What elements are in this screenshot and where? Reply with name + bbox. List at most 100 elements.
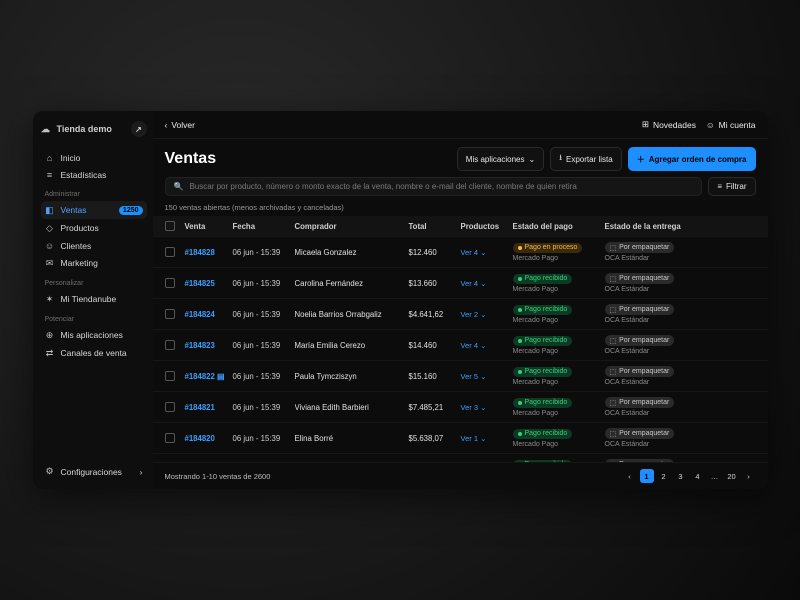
row-checkbox[interactable] xyxy=(165,433,175,443)
main-panel: ‹ Volver ⊞ Novedades ☺ Mi cuenta Ventas … xyxy=(153,111,768,489)
page-3[interactable]: 3 xyxy=(674,469,688,483)
back-button[interactable]: ‹ Volver xyxy=(165,120,195,130)
sidebar-item-inicio[interactable]: ⌂Inicio xyxy=(41,149,147,166)
cell-total: $14.460 xyxy=(409,341,457,350)
products-dropdown[interactable]: Ver 1 ⌄ xyxy=(461,434,509,443)
products-dropdown[interactable]: Ver 4 ⌄ xyxy=(461,341,509,350)
sale-id-link[interactable]: #184820 xyxy=(185,434,229,443)
payment-status-badge: Pago recibido xyxy=(513,398,573,408)
add-order-label: Agregar orden de compra xyxy=(649,155,747,164)
chevron-left-icon: ‹ xyxy=(165,120,168,130)
title-row: Ventas Mis aplicaciones ⌄ ⭳ Exportar lis… xyxy=(153,139,768,177)
page-20[interactable]: 20 xyxy=(725,469,739,483)
cell-shipping: ⬚Por empaquetarOCA Estándar xyxy=(605,428,756,448)
sidebar-item-ventas[interactable]: ◧Ventas1250 xyxy=(41,201,147,219)
sidebar-item-label: Mis aplicaciones xyxy=(61,330,123,340)
nav-icon: ◧ xyxy=(45,205,55,216)
sale-id-link[interactable]: #184825 xyxy=(185,279,229,288)
plus-icon: ＋ xyxy=(637,154,645,165)
sale-id-link[interactable]: #184821 xyxy=(185,403,229,412)
products-dropdown[interactable]: Ver 2 ⌄ xyxy=(461,310,509,319)
external-icon[interactable]: ↗ xyxy=(131,121,147,137)
shipping-status-badge: ⬚Por empaquetar xyxy=(605,304,675,315)
page-4[interactable]: 4 xyxy=(691,469,705,483)
sale-id-link[interactable]: #184823 xyxy=(185,341,229,350)
account-label: Mi cuenta xyxy=(719,120,756,130)
sale-id-link[interactable]: #184824 xyxy=(185,310,229,319)
page-prev[interactable]: ‹ xyxy=(623,469,637,483)
sidebar-item-estadísticas[interactable]: ≡Estadísticas xyxy=(41,166,147,183)
shipping-status-badge: ⬚Por empaquetar xyxy=(605,428,675,439)
row-checkbox[interactable] xyxy=(165,340,175,350)
row-checkbox[interactable] xyxy=(165,309,175,319)
apps-label: Mis aplicaciones xyxy=(466,155,525,164)
payment-status-badge: Pago en proceso xyxy=(513,243,583,253)
table-row: #18482406 jun - 15:39Noelia Barrios Orra… xyxy=(153,298,768,329)
filter-label: Filtrar xyxy=(726,182,746,191)
cell-total: $12.460 xyxy=(409,248,457,257)
nav-icon: ✶ xyxy=(45,294,55,305)
page-1[interactable]: 1 xyxy=(640,469,654,483)
sidebar-settings-label: Configuraciones xyxy=(61,467,122,477)
row-checkbox[interactable] xyxy=(165,247,175,257)
cell-payment: Pago recibidoMercado Pago xyxy=(513,398,601,417)
cell-shipping: ⬚Por empaquetar OCA Estándar xyxy=(605,304,756,324)
row-checkbox[interactable] xyxy=(165,402,175,412)
cell-buyer: Noelia Barrios Orrabgaliz xyxy=(295,310,405,319)
page-next[interactable]: › xyxy=(742,469,756,483)
store-switcher[interactable]: ☁ Tienda demo ↗ xyxy=(41,121,147,137)
cell-payment: Pago recibidoMercado Pago xyxy=(513,367,601,386)
cell-shipping: ⬚Por empaquetarOCA Estándar xyxy=(605,366,756,386)
export-button[interactable]: ⭳ Exportar lista xyxy=(550,147,622,171)
cell-payment: Pago en procesoMercado Pago xyxy=(513,243,601,262)
payment-status-badge: Pago recibido xyxy=(513,274,573,284)
sale-id-link[interactable]: #184822 ▤ xyxy=(185,372,229,381)
cell-payment: Pago recibidoMercado Pago xyxy=(513,429,601,448)
sidebar-item-mi-tiendanube[interactable]: ✶Mi Tiendanube xyxy=(41,290,147,308)
cell-total: $7.485,21 xyxy=(409,403,457,412)
cell-total: $13.660 xyxy=(409,279,457,288)
download-icon: ⭳ xyxy=(559,152,562,166)
cell-total: $5.638,07 xyxy=(409,434,457,443)
export-label: Exportar lista xyxy=(566,155,613,164)
store-name: Tienda demo xyxy=(57,124,112,134)
search-input[interactable]: 🔍 Buscar por producto, número o monto ex… xyxy=(165,177,703,196)
apps-dropdown[interactable]: Mis aplicaciones ⌄ xyxy=(457,147,544,171)
row-checkbox[interactable] xyxy=(165,371,175,381)
cell-buyer: Elina Borré xyxy=(295,434,405,443)
sidebar-item-label: Marketing xyxy=(61,258,98,268)
package-icon: ⬚ xyxy=(610,275,617,283)
sidebar-item-marketing[interactable]: ✉Marketing xyxy=(41,254,147,272)
sidebar-settings[interactable]: ⚙ Configuraciones › xyxy=(41,460,147,483)
shipping-carrier: OCA Estándar xyxy=(605,379,756,386)
user-icon: ☺ xyxy=(706,120,715,130)
products-dropdown[interactable]: Ver 4 ⌄ xyxy=(461,279,509,288)
news-button[interactable]: ⊞ Novedades xyxy=(642,119,696,130)
products-dropdown[interactable]: Ver 5 ⌄ xyxy=(461,372,509,381)
sidebar-item-label: Canales de venta xyxy=(61,348,127,358)
products-dropdown[interactable]: Ver 3 ⌄ xyxy=(461,403,509,412)
table-row: #18482006 jun - 15:39Elina Borré$5.638,0… xyxy=(153,422,768,453)
payment-method: Mercado Pago xyxy=(513,379,601,386)
products-dropdown[interactable]: Ver 4 ⌄ xyxy=(461,248,509,257)
sidebar-item-clientes[interactable]: ☺Clientes xyxy=(41,237,147,254)
sidebar-item-canales-de-venta[interactable]: ⇄Canales de venta xyxy=(41,344,147,362)
chevron-down-icon: ⌄ xyxy=(528,155,535,164)
sidebar-item-productos[interactable]: ◇Productos xyxy=(41,219,147,237)
sidebar-item-mis-aplicaciones[interactable]: ⊕ Mis aplicaciones xyxy=(41,326,147,344)
shipping-carrier: OCA Estándar xyxy=(605,317,756,324)
nav-icon: ⊕ xyxy=(45,330,55,341)
payment-status-badge: Pago recibido xyxy=(513,429,573,439)
add-order-button[interactable]: ＋ Agregar orden de compra xyxy=(628,147,756,171)
cell-shipping: ⬚Por empaquetarOCA Estándar xyxy=(605,335,756,355)
sale-id-link[interactable]: #184828 xyxy=(185,248,229,257)
page-2[interactable]: 2 xyxy=(657,469,671,483)
cell-date: 06 jun - 15:39 xyxy=(233,341,291,350)
row-checkbox[interactable] xyxy=(165,278,175,288)
filter-button[interactable]: ≡ Filtrar xyxy=(708,177,755,196)
select-all-checkbox[interactable] xyxy=(165,221,175,231)
account-button[interactable]: ☺ Mi cuenta xyxy=(706,120,756,130)
col-date: Fecha xyxy=(233,222,291,231)
cloud-icon: ☁ xyxy=(41,124,51,135)
package-icon: ⬚ xyxy=(610,244,617,252)
